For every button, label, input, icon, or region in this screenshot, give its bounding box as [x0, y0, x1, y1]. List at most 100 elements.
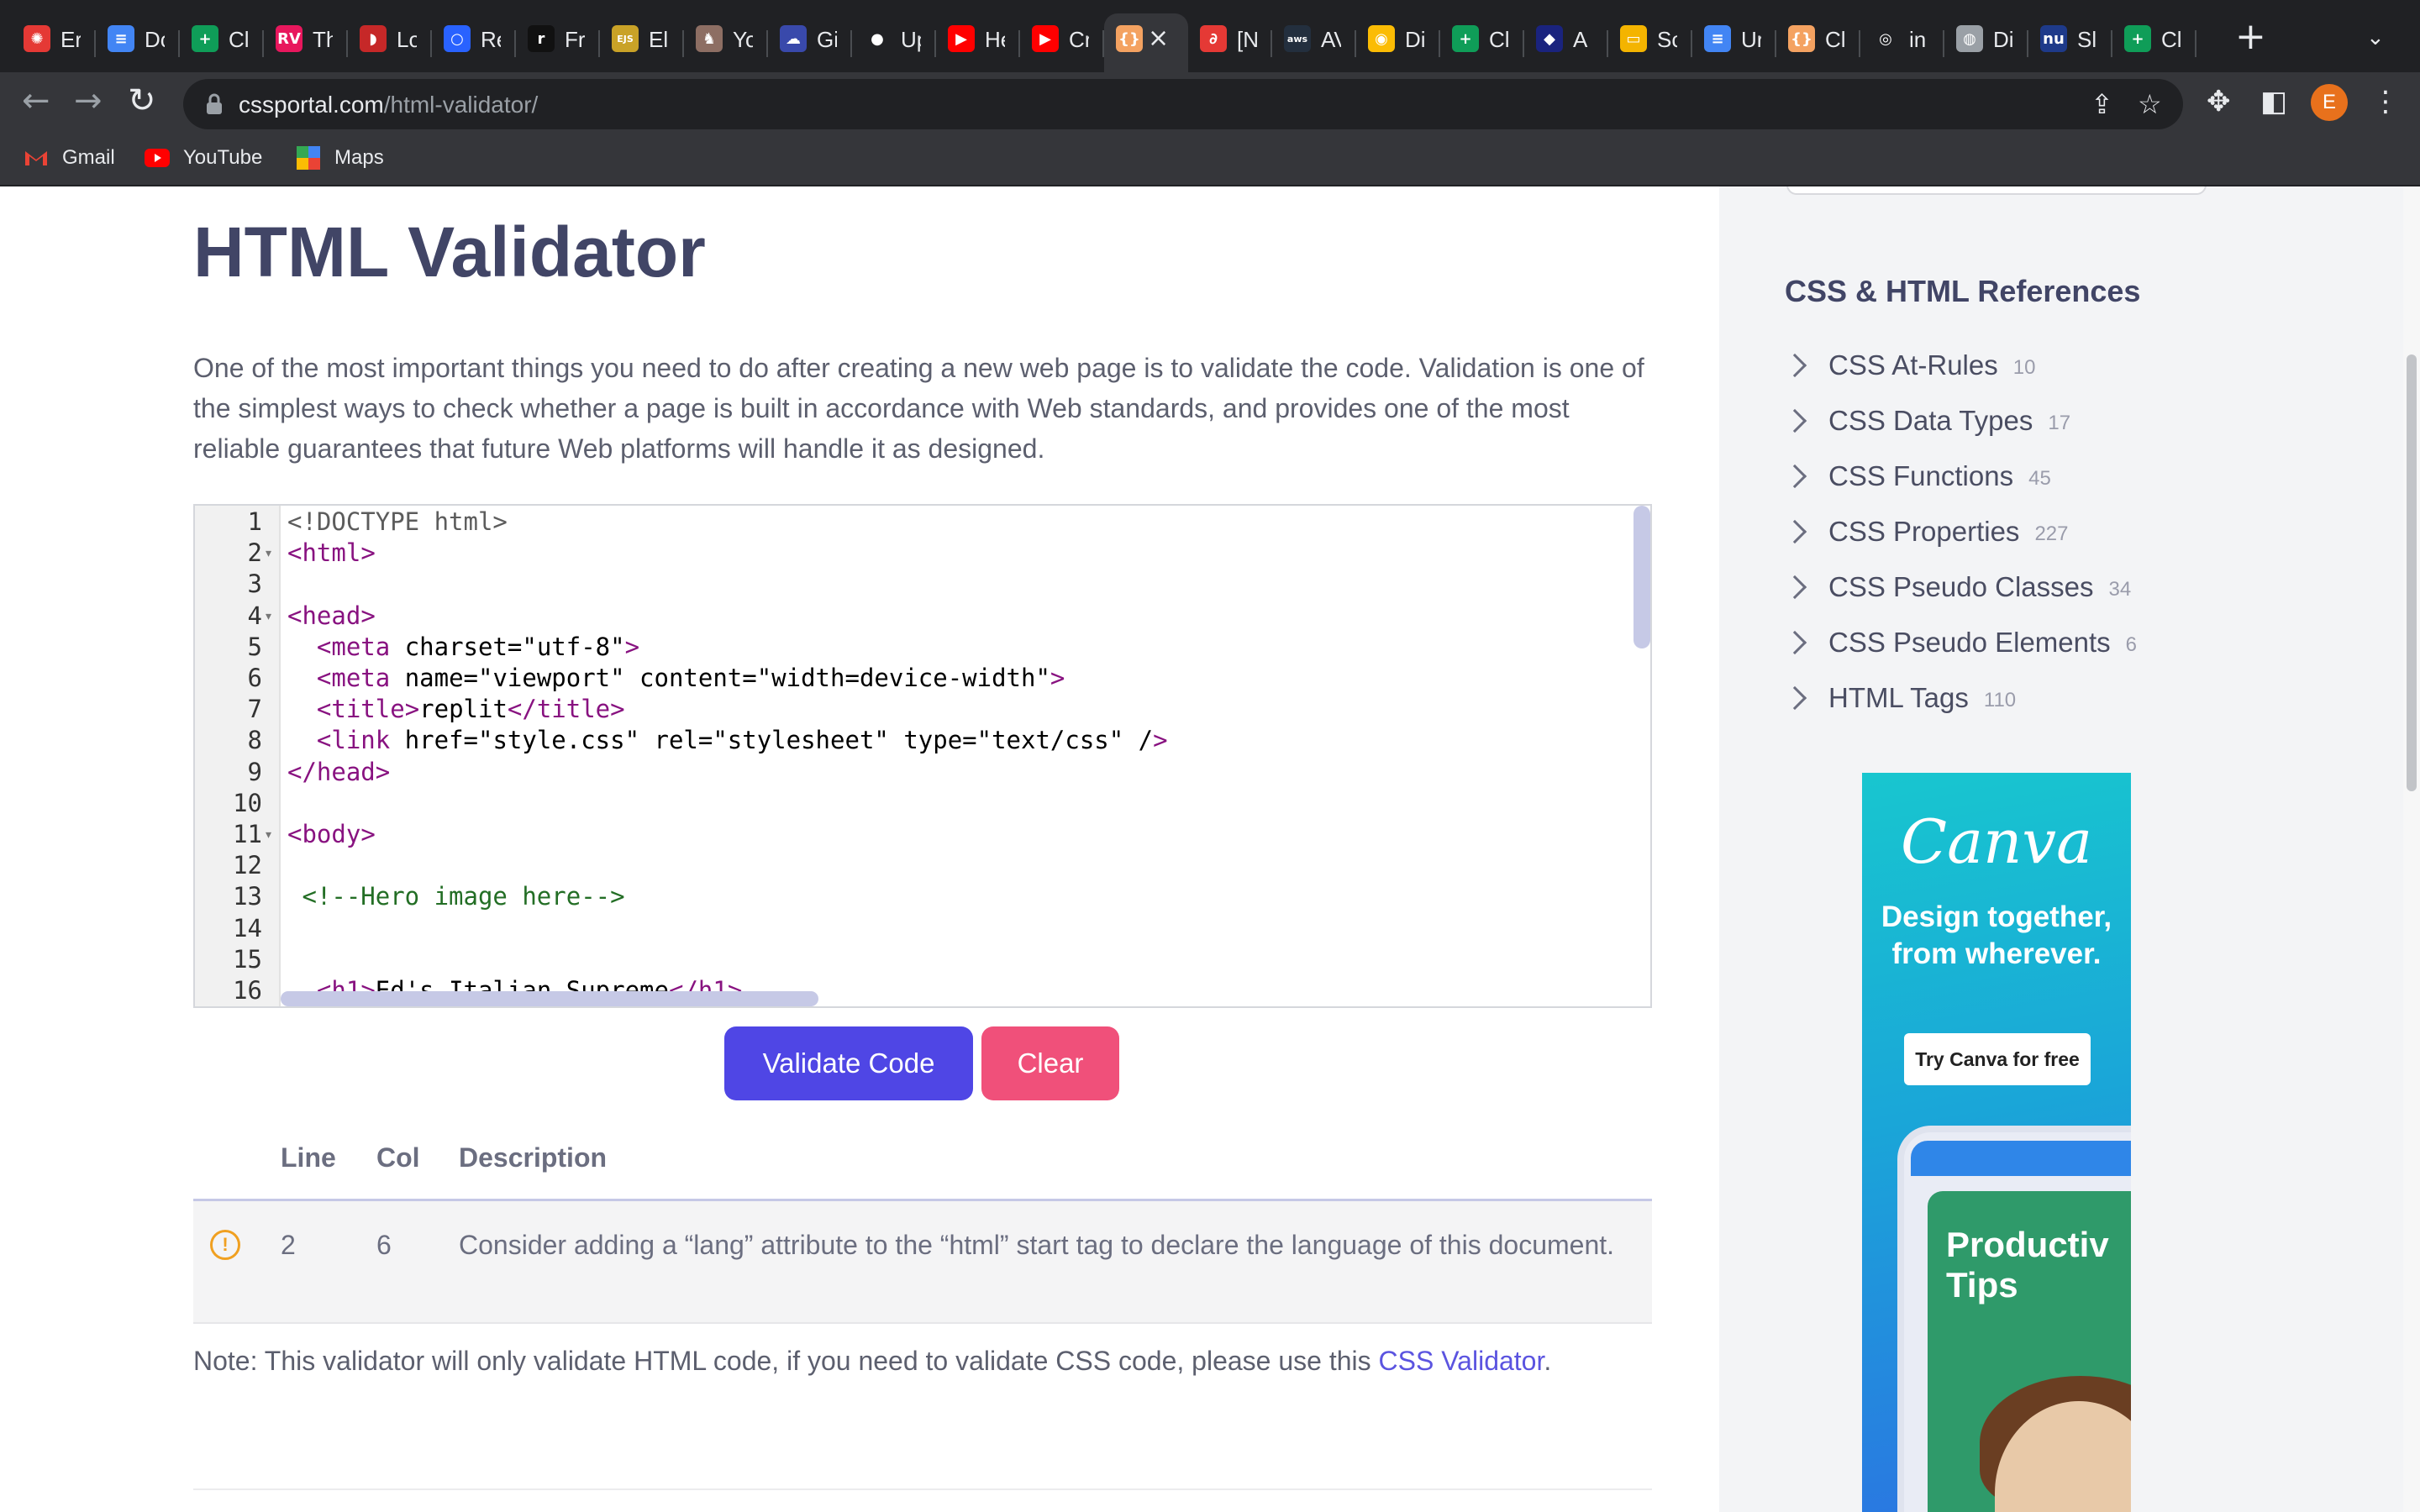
reference-item[interactable]: CSS Data Types 17 — [1782, 393, 2137, 449]
fold-arrow-icon[interactable]: ▾ — [266, 610, 271, 623]
clear-button[interactable]: Clear — [981, 1026, 1119, 1100]
google-docs-icon: ≡ — [108, 25, 134, 52]
canva-advertisement[interactable]: Canva Design together, from wherever. Tr… — [1862, 773, 2131, 1512]
reference-label: HTML Tags — [1828, 682, 1969, 713]
forward-arrow-icon[interactable]: → — [74, 84, 103, 118]
reference-label: CSS Pseudo Classes — [1828, 571, 2094, 602]
fold-arrow-icon[interactable]: ▾ — [266, 828, 271, 842]
target-red-icon: ✺ — [24, 25, 50, 52]
validate-code-button[interactable]: Validate Code — [724, 1026, 973, 1100]
close-tab-icon[interactable]: × — [1148, 24, 1169, 53]
tab-list: ✺Er≡Do+ClRVTh◗Lo○RerFrEJSEl♞Yo☁Gi●Up▶He▶… — [12, 13, 2196, 72]
pdf-icon: ∂ — [1200, 25, 1227, 52]
browser-tab[interactable]: ● Up — [852, 13, 936, 72]
line-number: 2 — [247, 538, 262, 568]
bookmark-maps[interactable]: Maps — [296, 146, 384, 170]
browser-tab[interactable]: {} Cl — [1776, 13, 1860, 72]
browser-toolbar: ← → ↻ cssportal.com/html-validator/ ⇪ ☆ … — [0, 72, 2420, 136]
browser-tab[interactable]: {} × — [1104, 13, 1188, 72]
reference-count: 227 — [2034, 522, 2069, 545]
share-icon[interactable]: ⇪ — [2091, 91, 2113, 118]
browser-tab[interactable]: ◎ in — [1860, 13, 1944, 72]
browser-tab[interactable]: ◆ A — [1524, 13, 1608, 72]
browser-tab[interactable]: ▭ Sc — [1608, 13, 1692, 72]
menu-kebab-icon[interactable]: ⋮ — [2371, 87, 2400, 116]
browser-tab[interactable]: ≡ Do — [96, 13, 180, 72]
table-row: ! 2 6 Consider adding a “lang” attribute… — [193, 1201, 1652, 1324]
line-number-gutter: 1 2 ▾ 3 4 ▾ 5 6 7 8 9 10 11 ▾ 12 13 14 15 16 — [195, 506, 281, 1006]
browser-tab[interactable]: + Cl — [180, 13, 264, 72]
browser-tab[interactable]: + Cl — [2112, 13, 2196, 72]
reference-count: 17 — [2048, 412, 2071, 434]
browser-tab[interactable]: ○ Re — [432, 13, 516, 72]
line-number: 10 — [233, 788, 262, 817]
chevron-right-icon — [1782, 575, 1807, 600]
bookmark-gmail[interactable]: Gmail — [24, 146, 115, 170]
page-scrollbar[interactable] — [2403, 186, 2420, 1512]
browser-tab[interactable]: ▶ Cr — [1020, 13, 1104, 72]
phone-header-bar — [1911, 1141, 2131, 1176]
chevron-right-icon — [1782, 408, 1807, 433]
tab-label: in — [1909, 27, 1927, 52]
reference-item[interactable]: CSS Functions 45 — [1782, 449, 2137, 504]
reference-item[interactable]: CSS Pseudo Elements 6 — [1782, 615, 2137, 670]
openai-icon: ◎ — [1879, 29, 1892, 48]
code-line: <head> — [287, 601, 376, 630]
browser-tab[interactable]: ☁ Gi — [768, 13, 852, 72]
ad-cta-button[interactable]: Try Canva for free — [1904, 1033, 2091, 1085]
canva-logo: Canva — [1901, 806, 2092, 877]
code-editor[interactable]: 1 2 ▾ 3 4 ▾ 5 6 7 8 9 10 11 ▾ 12 13 14 15 16 <!DOCTYPE htm… — [193, 504, 1652, 1008]
browser-tab[interactable]: ◍ Di — [1944, 13, 2028, 72]
new-tab-icon[interactable]: + — [2235, 18, 2266, 55]
browser-tab[interactable]: r Fr — [516, 13, 600, 72]
lock-icon — [207, 93, 222, 114]
browser-tab[interactable]: ∂ [N — [1188, 13, 1272, 72]
bookmark-star-icon[interactable]: ☆ — [2138, 91, 2162, 118]
browser-tab[interactable]: ≡ Ur — [1692, 13, 1776, 72]
browser-tab[interactable]: ✺ Er — [12, 13, 96, 72]
back-arrow-icon[interactable]: ← — [22, 84, 50, 118]
ad-phone-illustration: Productiv Tips — [1897, 1126, 2131, 1512]
extensions-puzzle-icon[interactable]: ✥ — [2207, 87, 2231, 116]
side-panel-icon[interactable]: ◧ — [2260, 87, 2287, 116]
code-line: <meta charset="utf-8"> — [316, 632, 640, 661]
phone-card: Productiv Tips — [1928, 1191, 2131, 1512]
browser-tab[interactable]: ◉ Di — [1356, 13, 1440, 72]
tab-label: Lo — [397, 27, 417, 52]
browser-tab[interactable]: ◗ Lo — [348, 13, 432, 72]
reload-icon[interactable]: ↻ — [128, 84, 156, 118]
tab-label: Up — [901, 27, 921, 52]
css-validator-link[interactable]: CSS Validator — [1379, 1346, 1544, 1376]
chevron-right-icon — [1782, 519, 1807, 544]
profile-avatar[interactable]: E — [2311, 84, 2348, 121]
code-line: <link href="style.css" rel="stylesheet" … — [316, 726, 1168, 755]
reference-item[interactable]: CSS Pseudo Classes 34 — [1782, 559, 2137, 615]
tab-search-chevron-icon[interactable]: ⌄ — [2366, 25, 2385, 50]
sidebar-search-box[interactable] — [1786, 186, 2207, 195]
browser-tab[interactable]: nu Sl — [2028, 13, 2112, 72]
browser-tab[interactable]: ♞ Yo — [684, 13, 768, 72]
tab-label: AV — [1321, 27, 1341, 52]
ejs-icon: EJS — [612, 25, 639, 52]
editor-horizontal-scrollbar[interactable] — [281, 991, 818, 1006]
browser-tab[interactable]: EJS El — [600, 13, 684, 72]
reference-item[interactable]: HTML Tags 110 — [1782, 670, 2137, 726]
address-bar[interactable]: cssportal.com/html-validator/ ⇪ ☆ — [183, 79, 2183, 129]
page-scrollbar-thumb[interactable] — [2407, 354, 2417, 791]
browser-tab[interactable]: + Cl — [1440, 13, 1524, 72]
warning-icon: ! — [210, 1230, 240, 1260]
bookmark-youtube[interactable]: YouTube — [145, 146, 262, 170]
reference-item[interactable]: CSS Properties 227 — [1782, 504, 2137, 559]
browser-tab[interactable]: ▶ He — [936, 13, 1020, 72]
line-number: 16 — [233, 976, 262, 1005]
reference-item[interactable]: CSS At-Rules 10 — [1782, 338, 2137, 393]
browser-tab[interactable]: aws AV — [1272, 13, 1356, 72]
reference-count: 110 — [1983, 689, 2017, 711]
line-number: 14 — [233, 913, 262, 942]
browser-tab[interactable]: RV Th — [264, 13, 348, 72]
google-sheets-icon: + — [192, 25, 218, 52]
result-line: 2 — [281, 1230, 296, 1260]
fold-arrow-icon[interactable]: ▾ — [266, 547, 271, 560]
tab-label: [N — [1237, 27, 1257, 52]
editor-vertical-scrollbar[interactable] — [1634, 506, 1650, 648]
